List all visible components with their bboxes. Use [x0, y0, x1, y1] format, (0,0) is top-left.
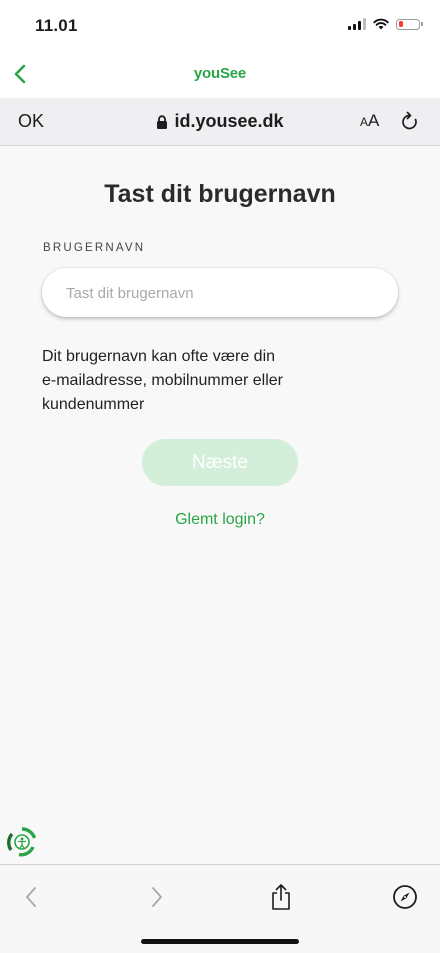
share-button[interactable] [266, 882, 296, 912]
text-size-small: A [360, 115, 369, 129]
lock-icon [157, 114, 168, 129]
hint-line: e-mailadresse, mobilnummer eller [42, 372, 283, 389]
back-button[interactable] [16, 882, 46, 912]
status-icons [348, 18, 423, 30]
text-size-button[interactable]: AA [360, 111, 379, 131]
battery-level [398, 21, 403, 27]
cellular-signal-icon [348, 18, 366, 30]
hint-line: kundenummer [42, 396, 145, 413]
text-size-large: A [368, 111, 380, 130]
accessibility-widget-icon[interactable] [6, 826, 38, 858]
reload-icon[interactable] [400, 111, 420, 133]
share-icon [272, 884, 290, 910]
forward-icon [152, 887, 162, 907]
next-button[interactable]: Næste [142, 439, 298, 486]
forward-button[interactable] [142, 882, 172, 912]
forgot-login-link[interactable]: Glemt login? [0, 511, 440, 529]
back-icon [26, 887, 36, 907]
username-hint: Dit brugernavn kan ofte være din e-maila… [42, 345, 342, 417]
status-bar: 11.01 [0, 0, 440, 52]
app-bar: youSee [0, 52, 440, 98]
home-indicator [141, 939, 299, 944]
browser-toolbar [0, 864, 440, 953]
hint-line: Dit brugernavn kan ofte være din [42, 348, 276, 365]
username-input[interactable] [64, 268, 378, 319]
username-field-container [42, 268, 398, 319]
compass-icon [393, 885, 417, 909]
browser-url-bar: OK id.yousee.dk AA [0, 98, 440, 146]
wifi-icon [373, 18, 389, 30]
brand-logo: youSee [193, 65, 247, 82]
page-title: Tast dit brugernavn [104, 180, 336, 208]
username-label: BRUGERNAVN [43, 242, 146, 254]
battery-icon [396, 18, 423, 30]
url-text: id.yousee.dk [174, 111, 284, 131]
status-time: 11.01 [35, 16, 78, 35]
bookmarks-button[interactable] [390, 882, 420, 912]
